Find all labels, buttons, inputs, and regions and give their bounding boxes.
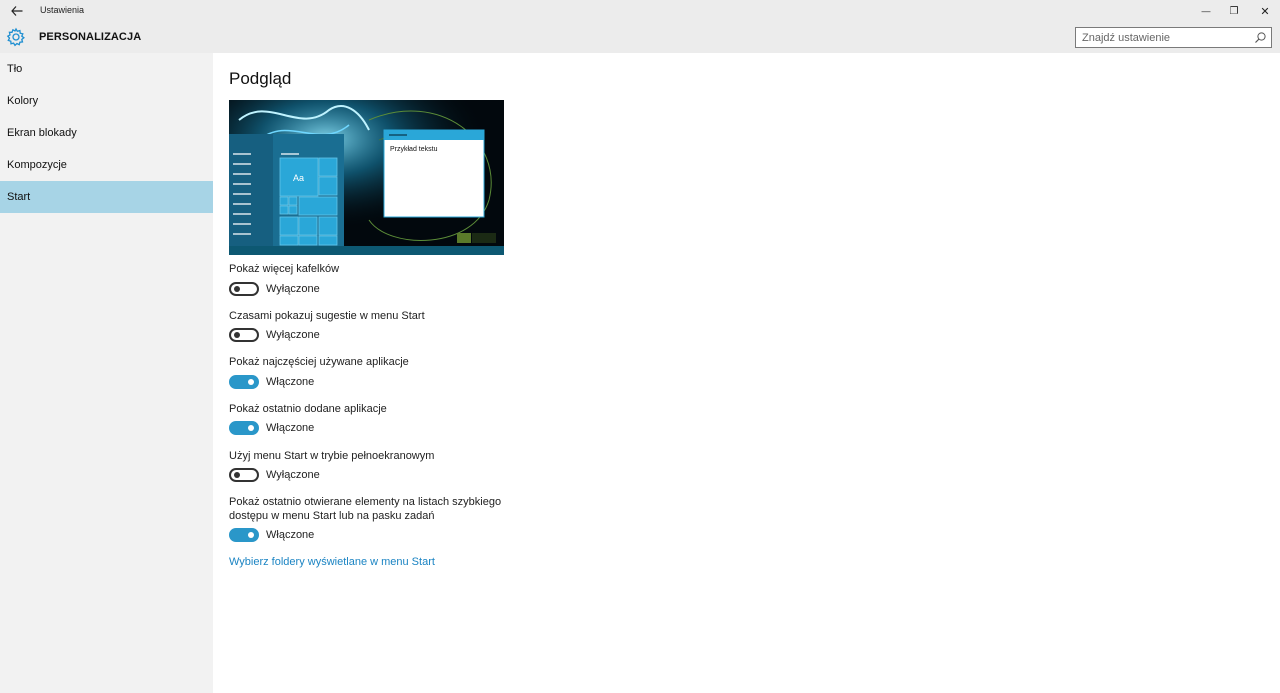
toggle-knob	[248, 425, 254, 431]
restore-icon: ❐	[1229, 5, 1239, 17]
search-icon[interactable]	[1254, 31, 1267, 44]
setting-more-tiles-label: Pokaż więcej kafelków	[229, 263, 340, 275]
sidebar-item-themes[interactable]: Kompozycje	[0, 149, 213, 181]
toggle-fullscreen[interactable]	[229, 468, 259, 482]
toggle-state-label: Wyłączone	[266, 283, 320, 295]
toggle-state-label: Wyłączone	[266, 469, 320, 481]
toggle-state-label: Wyłączone	[266, 329, 320, 341]
close-button[interactable]: ✕	[1250, 0, 1280, 22]
sidebar-item-label: Start	[7, 191, 31, 203]
preview-tile-text: Aa	[293, 173, 304, 183]
sidebar: Tło Kolory Ekran blokady Kompozycje Star…	[0, 53, 213, 693]
section-title: PERSONALIZACJA	[39, 31, 142, 43]
minimize-icon: —	[1201, 6, 1211, 16]
window-title: Ustawienia	[40, 5, 85, 15]
sidebar-item-colors[interactable]: Kolory	[0, 85, 213, 117]
sidebar-item-label: Tło	[7, 63, 23, 75]
back-button[interactable]	[8, 2, 26, 20]
toggle-knob	[234, 332, 240, 338]
toggle-recent-items[interactable]	[229, 528, 259, 542]
main-content: Podgląd Aa Przykład tekstu Pokaż więcej …	[213, 53, 1280, 693]
setting-most-used-label: Pokaż najczęściej używane aplikacje	[229, 356, 409, 368]
toggle-state-label: Włączone	[266, 422, 315, 434]
toggle-recently-added[interactable]	[229, 421, 259, 435]
restore-button[interactable]: ❐	[1219, 0, 1249, 22]
search-box[interactable]	[1075, 27, 1272, 48]
preview-sample-text: Przykład tekstu	[390, 146, 438, 153]
setting-recently-added-label: Pokaż ostatnio dodane aplikacje	[229, 403, 387, 415]
sidebar-item-start[interactable]: Start	[0, 181, 213, 213]
start-preview-image: Aa Przykład tekstu	[229, 100, 504, 255]
toggle-knob	[248, 532, 254, 538]
minimize-button[interactable]: —	[1191, 0, 1221, 22]
title-bar: Ustawienia — ❐ ✕	[0, 0, 1280, 22]
toggle-state-label: Włączone	[266, 376, 315, 388]
toggle-most-used[interactable]	[229, 375, 259, 389]
sidebar-item-label: Kompozycje	[7, 159, 67, 171]
gear-icon	[6, 27, 25, 47]
sidebar-item-lock-screen[interactable]: Ekran blokady	[0, 117, 213, 149]
toggle-suggestions[interactable]	[229, 328, 259, 342]
toggle-knob	[248, 379, 254, 385]
sidebar-item-label: Kolory	[7, 95, 39, 107]
settings-header: PERSONALIZACJA	[0, 22, 1280, 53]
toggle-state-label: Włączone	[266, 529, 315, 541]
toggle-more-tiles[interactable]	[229, 282, 259, 296]
choose-folders-link[interactable]: Wybierz foldery wyświetlane w menu Start	[229, 556, 435, 568]
setting-fullscreen-label: Użyj menu Start w trybie pełnoekranowym	[229, 450, 435, 462]
setting-recent-items-label: Pokaż ostatnio otwierane elementy na lis…	[229, 496, 502, 522]
back-arrow-icon	[11, 6, 23, 16]
search-input[interactable]	[1076, 28, 1252, 47]
page-title: Podgląd	[229, 69, 292, 88]
setting-suggestions-label: Czasami pokazuj sugestie w menu Start	[229, 310, 425, 322]
toggle-knob	[234, 472, 240, 478]
toggle-knob	[234, 286, 240, 292]
sidebar-item-background[interactable]: Tło	[0, 53, 213, 85]
sidebar-item-label: Ekran blokady	[7, 127, 77, 139]
close-icon: ✕	[1260, 5, 1270, 18]
